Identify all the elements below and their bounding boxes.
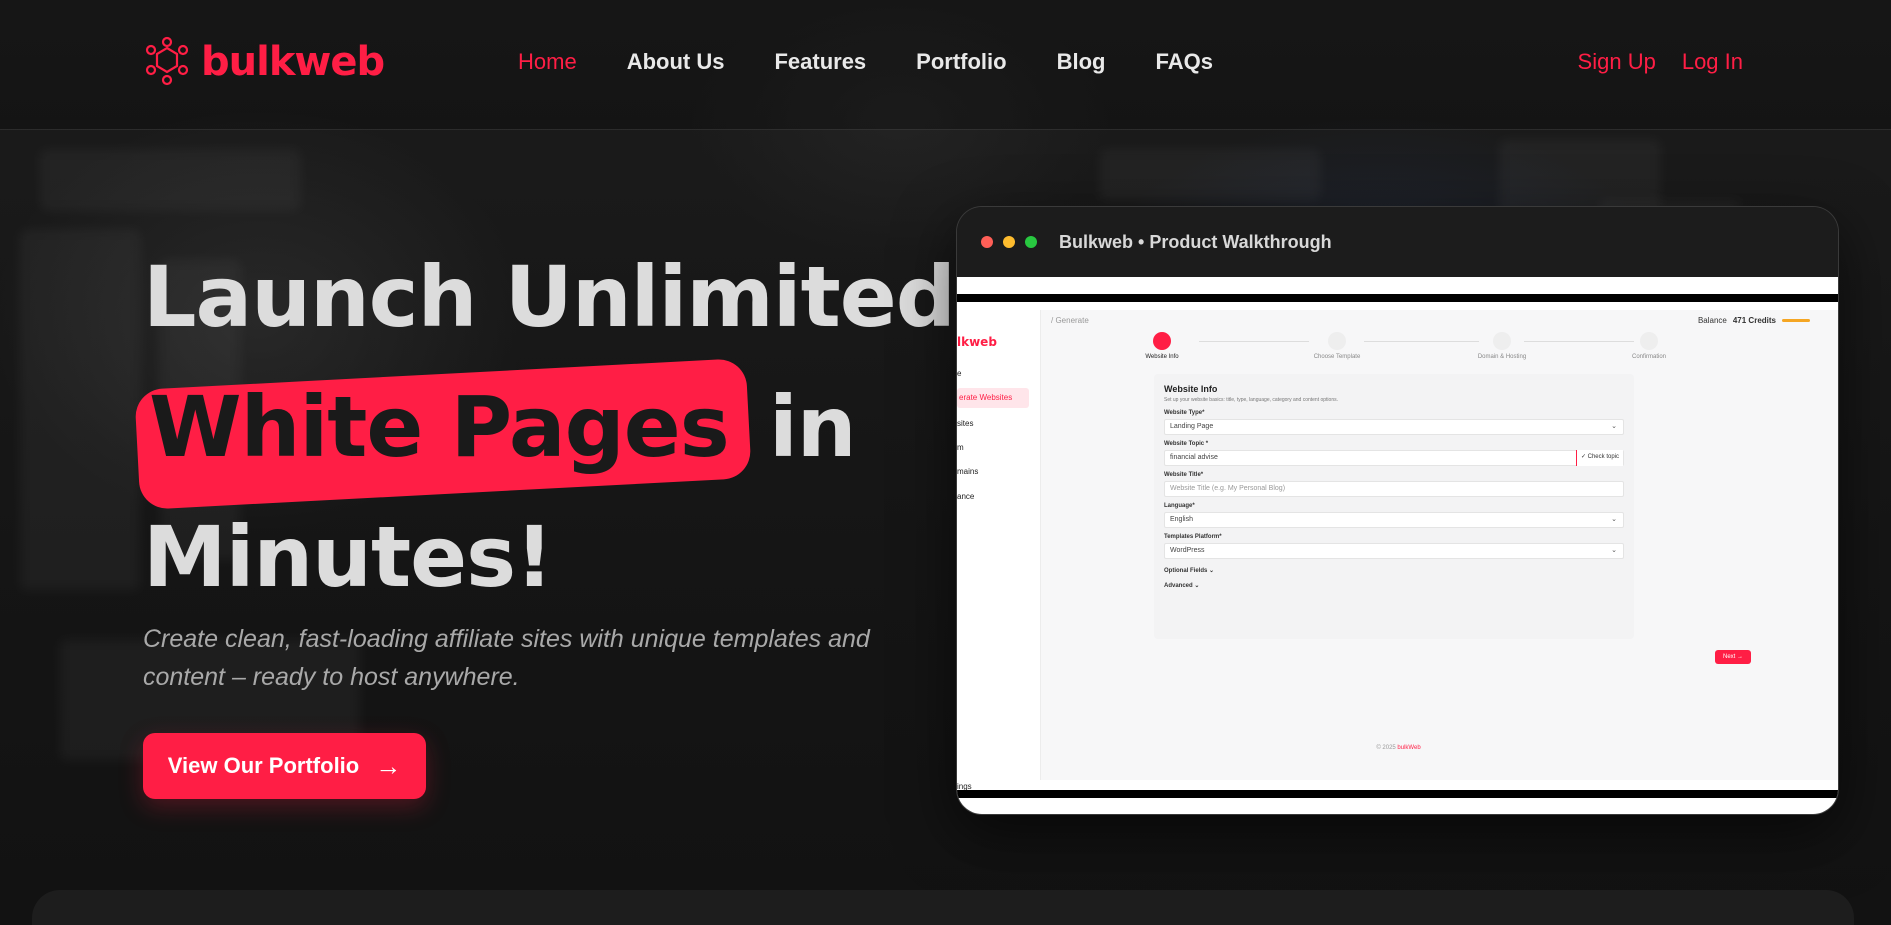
- cta-label: View Our Portfolio: [167, 753, 360, 778]
- wizard-steps: Website Info Choose Template Domain & Ho…: [1139, 332, 1666, 362]
- credits-value: 471 Credits: [1732, 316, 1776, 325]
- brand-logo[interactable]: bulkweb: [143, 36, 385, 88]
- advanced-toggle[interactable]: Advanced ⌄: [1164, 582, 1624, 589]
- chevron-down-icon: ⌄: [1611, 423, 1617, 430]
- form-title: Website Info: [1164, 384, 1218, 394]
- step-connector: [1199, 341, 1309, 342]
- hero-title-line-1: Launch Unlimited: [143, 248, 956, 346]
- site-header: bulkweb Home About Us Features Portfolio…: [0, 0, 1891, 130]
- hero-title: Launch Unlimited White Pages in Minutes!: [143, 232, 956, 622]
- close-dot-icon[interactable]: [981, 236, 993, 248]
- hero-title-line-2-rest: in: [768, 378, 857, 476]
- app-brand: lkweb: [957, 335, 997, 349]
- field-label: Templates Platform*: [1164, 534, 1222, 540]
- field-label: Website Title*: [1164, 472, 1204, 478]
- window-title: Bulkweb • Product Walkthrough: [1059, 231, 1332, 252]
- app-sidebar: lkweb e erate Websites sites m mains anc…: [957, 302, 1039, 791]
- nav-portfolio[interactable]: Portfolio: [916, 49, 1006, 75]
- walkthrough-video[interactable]: lkweb e erate Websites sites m mains anc…: [957, 277, 1838, 814]
- app-breadcrumb: / Generate: [1051, 316, 1089, 325]
- step-website-info: Website Info: [1122, 332, 1202, 360]
- nav-features[interactable]: Features: [774, 49, 866, 75]
- website-type-select[interactable]: Landing Page ⌄: [1164, 419, 1624, 435]
- sidebar-item: mains: [957, 467, 979, 476]
- hero-subtitle: Create clean, fast-loading affiliate sit…: [143, 625, 870, 691]
- auth-links: Sign Up Log In: [1578, 49, 1743, 75]
- hero-title-line-2: White Pages in: [143, 362, 955, 492]
- hexagon-molecule-icon: [145, 36, 189, 86]
- app-main: / Generate Balance 471 Credits Website I…: [1040, 310, 1838, 780]
- nav-home[interactable]: Home: [518, 49, 577, 75]
- sidebar-item: ance: [957, 492, 975, 501]
- chevron-down-icon: ⌄: [1611, 547, 1617, 554]
- sidebar-item-generate: erate Websites: [957, 388, 1029, 408]
- brand-name: bulkweb: [201, 39, 385, 85]
- arrow-right-icon: →: [375, 751, 402, 781]
- letterbox-top: [957, 294, 1838, 302]
- view-portfolio-button[interactable]: View Our Portfolio →: [143, 733, 426, 799]
- credits-bar: [1782, 319, 1810, 322]
- templates-platform-select[interactable]: WordPress ⌄: [1164, 543, 1624, 559]
- sidebar-item: e: [957, 369, 962, 378]
- log-in-link[interactable]: Log In: [1682, 49, 1743, 75]
- main-nav: Home About Us Features Portfolio Blog FA…: [518, 49, 1213, 75]
- sidebar-item: sites: [957, 419, 974, 428]
- nav-about-us[interactable]: About Us: [627, 49, 725, 75]
- product-walkthrough-window: Bulkweb • Product Walkthrough lkweb e er…: [956, 206, 1839, 815]
- field-label: Language*: [1164, 503, 1195, 509]
- website-title-input[interactable]: Website Title (e.g. My Personal Blog): [1164, 481, 1624, 497]
- sign-up-link[interactable]: Sign Up: [1578, 49, 1656, 75]
- nav-blog[interactable]: Blog: [1057, 49, 1106, 75]
- step-confirmation: Confirmation: [1609, 332, 1689, 360]
- field-label: Website Type*: [1164, 410, 1205, 416]
- footer-brand: bulkWeb: [1397, 745, 1421, 751]
- maximize-dot-icon[interactable]: [1025, 236, 1037, 248]
- app-footer: © 2025 bulkWeb: [957, 745, 1838, 751]
- field-label: Website Topic *: [1164, 441, 1209, 447]
- website-topic-input[interactable]: financial advise ✓ Check topic: [1164, 450, 1624, 466]
- window-titlebar: Bulkweb • Product Walkthrough: [957, 207, 1838, 277]
- next-button[interactable]: Next →: [1715, 650, 1751, 664]
- next-section-card: [32, 890, 1854, 925]
- check-topic-button[interactable]: ✓ Check topic: [1575, 450, 1623, 466]
- nav-faqs[interactable]: FAQs: [1156, 49, 1213, 75]
- form-description: Set up your website basics: title, type,…: [1164, 397, 1338, 403]
- step-domain-hosting: Domain & Hosting: [1462, 332, 1542, 360]
- website-info-form: Website Info Set up your website basics:…: [1154, 374, 1634, 639]
- language-select[interactable]: English ⌄: [1164, 512, 1624, 528]
- sidebar-item: m: [957, 443, 964, 452]
- step-choose-template: Choose Template: [1297, 332, 1377, 360]
- hero-highlight: White Pages: [137, 362, 741, 492]
- footer-prefix: © 2025: [1376, 745, 1396, 751]
- credits-label: Balance: [1697, 316, 1727, 325]
- optional-fields-toggle[interactable]: Optional Fields ⌄: [1164, 567, 1624, 574]
- chevron-down-icon: ⌄: [1611, 516, 1617, 523]
- minimize-dot-icon[interactable]: [1003, 236, 1015, 248]
- hero-title-line-3: Minutes!: [143, 508, 553, 606]
- letterbox-bottom: [957, 790, 1838, 798]
- credits-display: Balance 471 Credits: [1698, 316, 1810, 325]
